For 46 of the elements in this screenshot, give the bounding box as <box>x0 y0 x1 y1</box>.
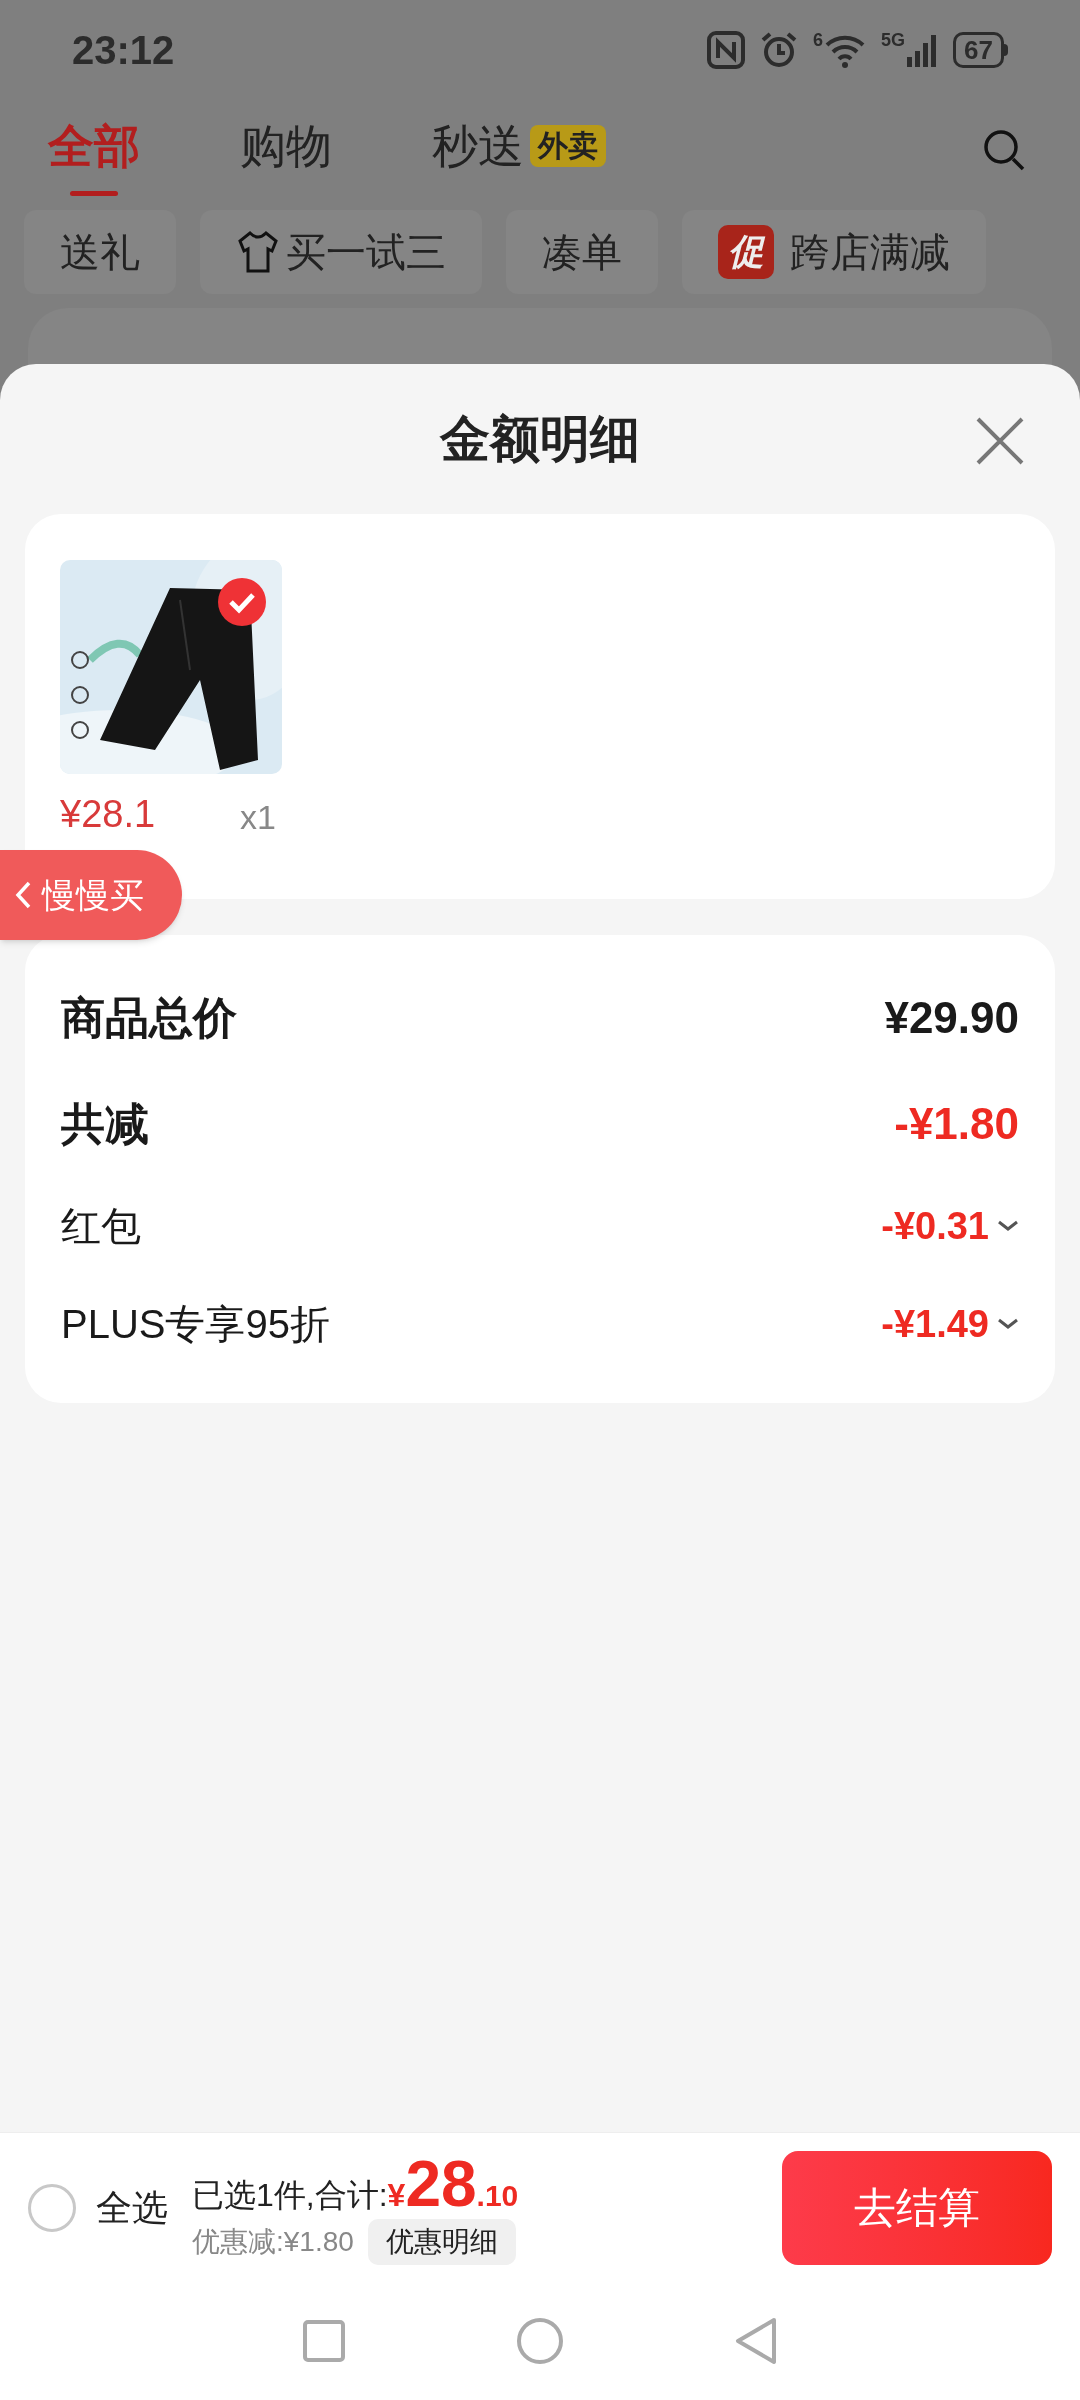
sheet-title: 金额明细 <box>440 409 640 469</box>
filter-chip[interactable]: 凑单 <box>506 210 658 294</box>
checkout-button[interactable]: 去结算 <box>782 2150 1052 2265</box>
promo-tag: 促 <box>718 225 774 279</box>
chip-label: 凑单 <box>542 229 622 276</box>
product-price: ¥28.1 <box>60 792 157 837</box>
filter-chip[interactable]: 买一试三 <box>200 210 482 294</box>
nfc-icon <box>707 31 746 69</box>
floating-compare-button[interactable]: 慢慢买 <box>0 850 182 940</box>
chip-label: 送礼 <box>60 229 140 276</box>
network-label: 5G <box>881 31 906 49</box>
status-time: 23:12 <box>72 27 175 74</box>
summary-amount: ¥29.90 <box>884 992 1019 1044</box>
home-icon[interactable] <box>516 2317 564 2365</box>
chip-label: 买一试三 <box>286 229 446 276</box>
summary-amount: -¥0.31 <box>881 1203 989 1249</box>
close-icon[interactable] <box>975 416 1025 466</box>
back-icon[interactable] <box>734 2317 778 2365</box>
category-tab[interactable]: 购物 <box>240 104 332 196</box>
chevron-down-icon[interactable] <box>997 1318 1019 1330</box>
chevron-down-icon[interactable] <box>997 1220 1019 1232</box>
select-all-checkbox[interactable] <box>28 2183 76 2232</box>
discount-detail-button[interactable]: 优惠明细 <box>367 2218 516 2265</box>
selected-summary: 已选1件,合计: <box>192 2175 388 2215</box>
summary-amount: -¥1.49 <box>881 1301 989 1347</box>
chevron-left-icon <box>14 880 32 910</box>
product-quantity: x1 <box>240 797 276 838</box>
summary-label: 商品总价 <box>61 992 237 1044</box>
recent-apps-icon[interactable] <box>302 2319 346 2363</box>
chip-label: 跨店满减 <box>790 229 950 276</box>
discount-summary: 优惠减:¥1.80 <box>192 2224 354 2259</box>
category-tab[interactable]: 秒送 外卖 <box>432 104 606 196</box>
search-icon[interactable] <box>982 128 1026 172</box>
shirt-icon <box>236 229 280 275</box>
summary-label: PLUS专享95折 <box>61 1301 330 1348</box>
battery-indicator: 67 <box>953 32 1008 68</box>
tab-badge: 外卖 <box>530 125 606 167</box>
summary-label: 红包 <box>61 1203 141 1250</box>
check-icon[interactable] <box>218 578 266 626</box>
select-all-label[interactable]: 全选 <box>96 2180 168 2235</box>
filter-chip[interactable]: 送礼 <box>24 210 176 294</box>
summary-amount: -¥1.80 <box>894 1098 1019 1150</box>
filter-chip[interactable]: 促 跨店满减 <box>682 210 986 294</box>
wifi-label: 6 <box>813 31 824 49</box>
total-price: ¥28.10 <box>387 2150 519 2219</box>
summary-label: 共减 <box>61 1098 149 1150</box>
